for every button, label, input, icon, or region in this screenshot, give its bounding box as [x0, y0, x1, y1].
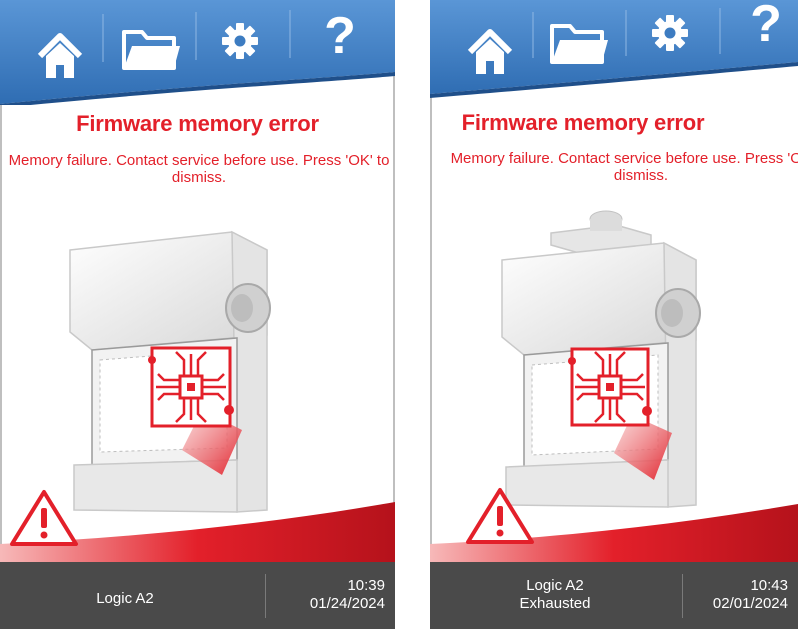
biosafety-cabinet-illustration	[501, 210, 701, 508]
status-footer: Logic A2 Exhausted 10:43 02/01/2024	[430, 562, 798, 629]
help-icon: ?	[750, 0, 782, 53]
model-name: Logic A2	[96, 590, 154, 607]
footer-divider	[682, 574, 683, 618]
error-title: Firmware memory error	[461, 110, 705, 135]
warning-icon	[10, 490, 78, 546]
top-nav-bar: ?	[430, 0, 798, 105]
error-message: Memory failure. Contact service before u…	[450, 150, 798, 184]
status-text: Exhausted	[519, 595, 591, 612]
folder-button[interactable]	[546, 16, 612, 82]
clock-time: 10:43	[750, 577, 788, 594]
warning-icon	[466, 488, 534, 544]
warning-banner	[0, 490, 395, 562]
home-icon	[467, 29, 513, 74]
home-button[interactable]	[460, 14, 520, 80]
home-icon	[37, 33, 83, 78]
top-nav-bar: ?	[0, 0, 395, 105]
folder-button[interactable]	[118, 22, 184, 88]
footer-divider	[265, 574, 266, 618]
chip-error-icon	[568, 347, 652, 427]
settings-button[interactable]	[645, 8, 695, 74]
model-status: Logic A2 Exhausted	[430, 577, 680, 613]
datetime: 10:39 01/24/2024	[310, 577, 385, 613]
help-icon: ?	[324, 7, 356, 65]
error-title: Firmware memory error	[76, 111, 319, 136]
folder-icon	[550, 24, 608, 64]
model-name: Logic A2	[526, 577, 584, 594]
warning-banner	[430, 488, 798, 562]
error-message: Memory failure. Contact service before u…	[8, 152, 390, 186]
biosafety-cabinet-illustration	[69, 230, 271, 513]
gear-icon	[222, 23, 258, 59]
gear-icon	[652, 15, 688, 51]
clock-date: 01/24/2024	[309, 595, 385, 612]
clock-date: 02/01/2024	[712, 595, 788, 612]
device-screen-2: ? Firmware memory error Memory failure. …	[430, 0, 798, 629]
help-button[interactable]: ?	[318, 8, 362, 74]
chip-error-icon	[148, 346, 234, 428]
help-button[interactable]: ?	[744, 0, 788, 62]
home-button[interactable]	[30, 18, 90, 84]
settings-button[interactable]	[215, 16, 265, 82]
datetime: 10:43 02/01/2024	[713, 577, 788, 613]
clock-time: 10:39	[347, 577, 385, 594]
folder-icon	[122, 30, 180, 70]
device-screen-1: ? Firmware memory error Memory failure. …	[0, 0, 395, 629]
status-footer: Logic A2 10:39 01/24/2024	[0, 562, 395, 629]
